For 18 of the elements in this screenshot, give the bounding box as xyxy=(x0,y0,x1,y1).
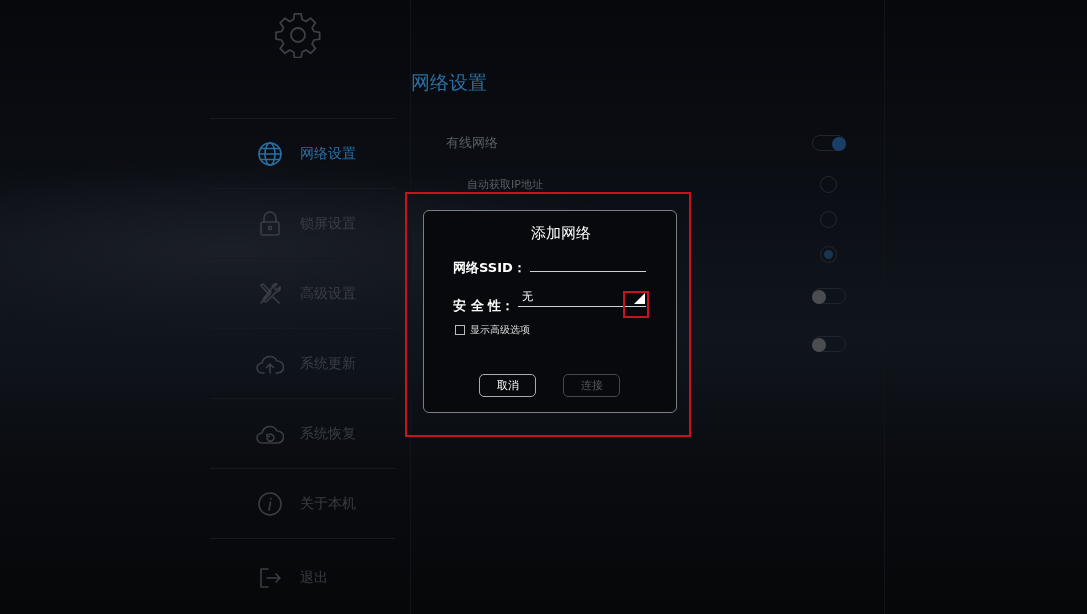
sidebar-item[interactable]: 网络设置 xyxy=(210,118,395,188)
field-label: 安 全 性： xyxy=(453,297,515,315)
field-label: 网络SSID： xyxy=(453,259,526,277)
globe-icon xyxy=(257,140,283,167)
checkbox-label: 显示高级选项 xyxy=(470,323,530,337)
info-icon xyxy=(258,491,282,516)
setting-label: 有线网络 xyxy=(446,134,498,152)
exit-icon xyxy=(258,565,282,590)
gear-icon xyxy=(274,12,321,58)
dropdown-field[interactable]: 无 xyxy=(518,289,646,307)
dialog-title: 添加网络 xyxy=(530,223,591,239)
dropdown-arrow-icon[interactable] xyxy=(634,293,645,304)
tools-icon xyxy=(258,281,282,306)
lock-icon xyxy=(259,210,281,237)
checkbox[interactable] xyxy=(455,325,465,335)
section-title: 网络设置 xyxy=(411,70,488,95)
cancel-button[interactable]: 取消 xyxy=(479,374,536,397)
setting-label: 自动获取IP地址 xyxy=(467,177,543,192)
